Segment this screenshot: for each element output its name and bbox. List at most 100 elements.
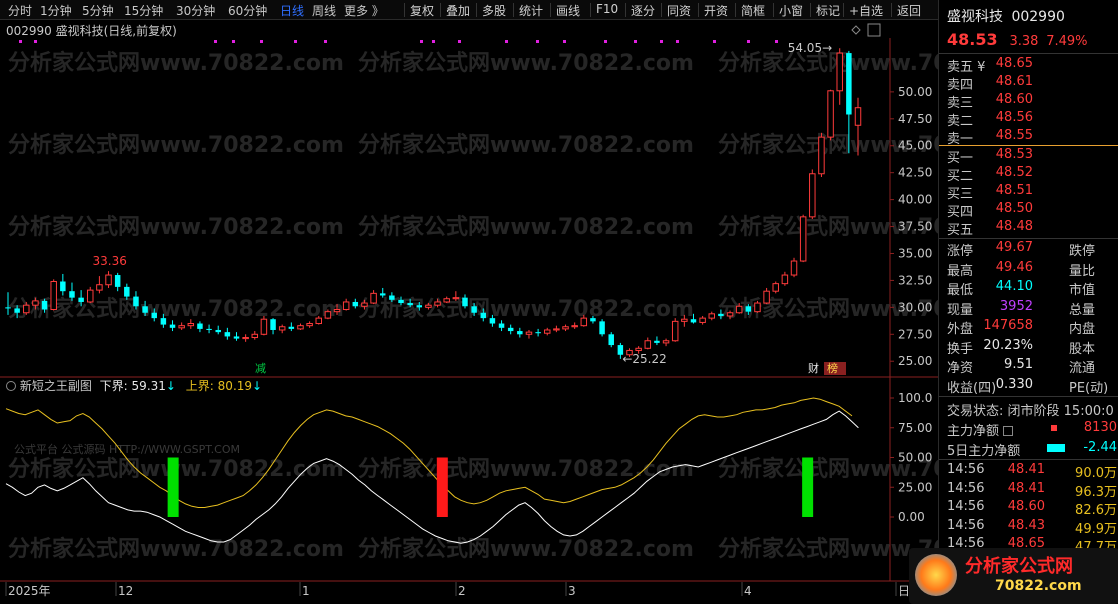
price-tick-label: 30.00 [898,300,932,314]
price-tick-label: 47.50 [898,112,932,126]
time-label: 1 [302,584,310,598]
time-label: 3 [568,584,576,598]
candle-body [790,260,798,276]
kline-chart[interactable]: 分析家公式网www.70822.com 分析家公式网www.70822.com 分析… [0,0,938,604]
candle-body [671,320,679,342]
signal-dot [19,40,22,43]
candle-body [599,321,605,335]
price-tick-label: 35.00 [898,246,932,260]
bid-price: 48.50 [995,201,1033,216]
candle-body [553,328,560,331]
bid-price: 48.51 [995,183,1033,198]
stock-code: 002990 [1011,9,1065,25]
quote-row-label-2: 股本 [1069,341,1096,357]
watermark: 分析家公式网www.70822.com [358,132,694,158]
ask-price: 48.55 [995,128,1033,143]
indicator-tick-label: 100.0 [898,391,932,405]
candle-body [763,290,770,304]
candle-body [708,313,716,319]
candle-body [14,308,20,313]
price-tick-label: 42.50 [898,166,932,180]
candle-body [398,299,404,304]
down-arrow-icon: ↓ [165,379,176,393]
signal-dot [536,40,539,43]
signal-dot [458,40,461,43]
candle-body [133,296,139,307]
list-icon[interactable] [1003,426,1014,436]
last-price: 48.53 [947,30,998,49]
quote-row: 换手 20.23% 股本 [947,337,1118,357]
down-arrow-icon: ↓ [252,379,263,393]
tick-volume: 96.3万 [1075,484,1117,500]
bid-label: 买三 [947,187,974,202]
candle-body [608,334,614,346]
indicator-header: 新短之王副图 下界: 59.31↓ 上界: 80.19↓ [6,377,262,394]
signal-dot [214,40,217,43]
candle-body [105,274,112,286]
divider [939,459,1118,460]
quote-row-label: 收益(四) [947,380,997,396]
candle-body [215,329,221,333]
event-marker: 财 [808,361,819,375]
candle-body [571,325,578,328]
signal-dot [324,40,327,43]
quote-row-label-2: 市值 [1069,283,1096,298]
main-flow: 主力净额 8130 [947,420,1118,439]
candle-body [425,304,432,308]
bid-price: 48.48 [995,219,1033,234]
price-tick-label: 45.00 [898,139,932,153]
signal-dot [232,40,235,43]
tick-row: 14:56 48.43 49.9万 [947,517,1118,537]
bid-row: 买三 48.51 [947,183,1118,202]
candle-body [379,293,386,296]
candle-body [297,325,304,330]
signal-dot [634,40,637,43]
candle-body [242,337,249,340]
candle-body [41,300,48,310]
signal-dot [775,40,778,43]
price-tick-label: 40.00 [898,193,932,207]
candle-body [462,297,468,307]
candle-body [60,281,66,292]
quote-row-label: 最高 [947,263,974,279]
candle-body [772,283,779,292]
quote-row-label-2: 内盘 [1069,322,1096,337]
tick-price: 48.43 [1007,517,1045,533]
candle-body [389,295,395,300]
candle-body [114,275,121,287]
ask-price: 48.61 [995,74,1033,89]
candle-body [735,305,743,314]
watermark: 分析家公式网www.70822.com [358,50,694,76]
candle-body [699,317,706,323]
quote-row-label-2: 跌停 [1069,244,1096,259]
candle-body [361,302,368,307]
collapse-icon[interactable] [6,381,16,391]
candle-body [690,319,697,323]
candle-body [535,332,541,334]
price-change: 3.38 [1009,34,1039,49]
stock-name-text: 盛视科技 [947,9,1003,25]
bid-price: 48.53 [995,147,1033,162]
signal-dot [34,40,37,43]
candle-body [580,317,588,327]
candle-body [517,331,523,335]
tick-time: 14:56 [947,480,985,496]
quote-row-label: 外盘 [947,322,974,337]
ask-label: 卖四 [947,78,974,93]
watermark: 分析家公式网www.70822.com [8,536,344,562]
candle-body [471,306,477,313]
bid-label: 买二 [947,169,974,184]
quote-row-value: 49.67 [995,240,1033,255]
quote-row: 外盘 147658 内盘 [947,318,1118,337]
indicator-tick-label: 25.00 [898,480,932,494]
ask-row: 卖三 48.60 [947,92,1118,111]
bid-row: 买五 48.48 [947,219,1118,238]
site-logo: 分析家公式网 70822.com [909,548,1118,604]
price-tick-label: 27.50 [898,327,932,341]
price-change-pct: 7.49% [1046,34,1088,49]
bid-label: 买一 [947,151,974,166]
main-flow-square [1051,425,1057,431]
candle-body [635,347,642,351]
quote-row-value: 20.23% [983,337,1033,353]
tick-row: 14:56 48.60 82.6万 [947,499,1118,518]
